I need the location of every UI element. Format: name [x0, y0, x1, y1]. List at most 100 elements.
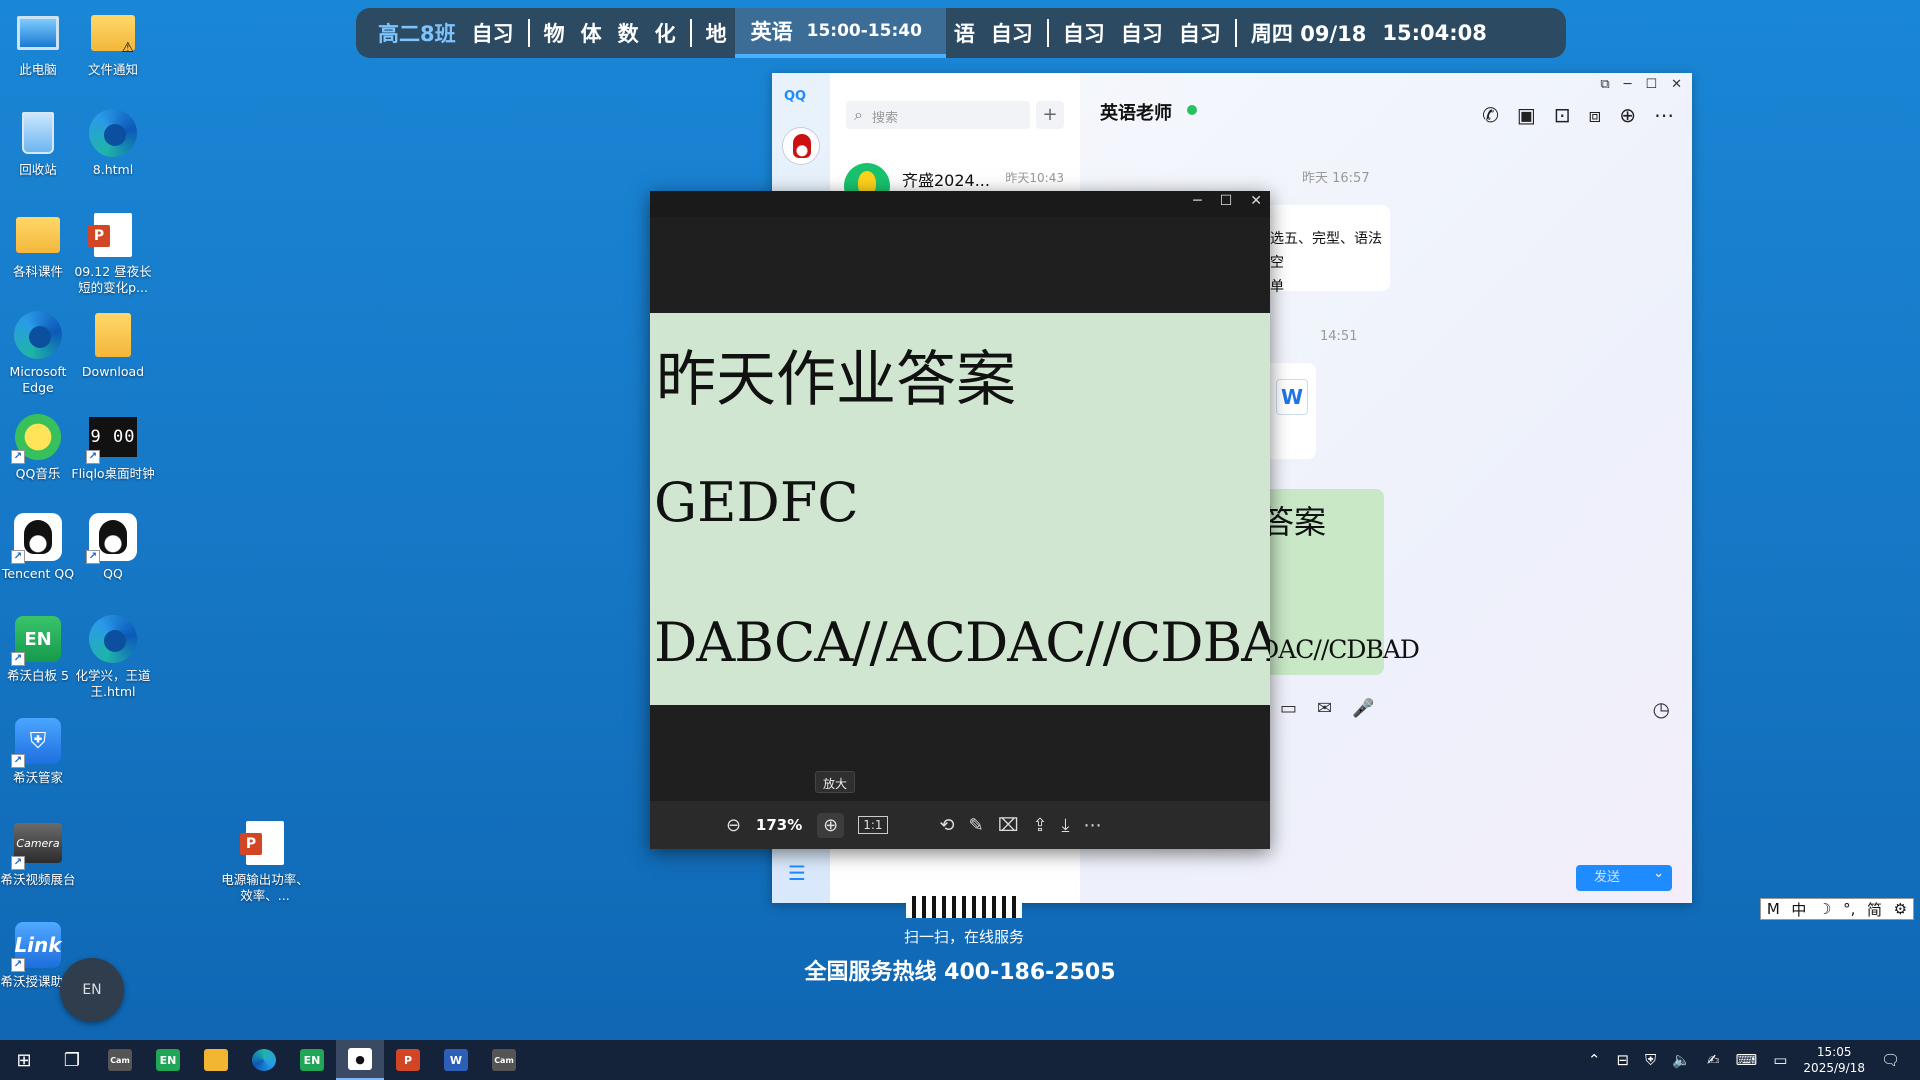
- screen-share-icon[interactable]: ⊡: [1554, 103, 1571, 127]
- taskbar-qq[interactable]: ●: [336, 1040, 384, 1080]
- display-icon[interactable]: ▭: [1773, 1051, 1787, 1069]
- microphone-icon[interactable]: 🎤: [1352, 698, 1374, 719]
- rotate-icon[interactable]: ⟲: [940, 815, 955, 836]
- easinote-icon: EN ↗: [11, 614, 63, 666]
- viewer-image[interactable]: 昨天作业答案 GEDFC DABCA//ACDAC//CDBAD: [650, 313, 1270, 705]
- schedule-item: 自习: [990, 22, 1033, 46]
- edge-icon: [88, 108, 138, 158]
- taskbar-easinote-2[interactable]: EN: [288, 1040, 336, 1080]
- chat-toolbar: ✆ ▣ ⊡ ⧈ ⊕ ⋯: [1482, 103, 1674, 127]
- image-viewer-window: ─ ☐ ✕ 昨天作业答案 GEDFC DABCA//ACDAC//CDBAD 放…: [650, 191, 1270, 849]
- moon-icon[interactable]: ☽: [1818, 900, 1831, 918]
- schedule-divider: [1046, 19, 1049, 47]
- ime-mode[interactable]: M: [1767, 900, 1780, 918]
- minimize-icon[interactable]: ─: [1624, 77, 1632, 92]
- timestamp: 14:51: [1320, 329, 1358, 344]
- online-status-dot: [1187, 105, 1197, 115]
- system-tray: ⌃ ⊟ ⛨ 🔈 ✍ ⌨ ▭ 15:05 2025/9/18 🗨: [1588, 1040, 1920, 1080]
- desktop-icon-seewo-guard[interactable]: ⛨ ↗ 希沃管家: [0, 716, 82, 786]
- powerpoint-icon: P: [396, 1049, 420, 1071]
- qr-code-strip: [906, 896, 1022, 918]
- pen-icon[interactable]: ✍: [1707, 1051, 1720, 1069]
- ime-status-bar[interactable]: M 中 ☽ °, 简 ⚙: [1760, 898, 1914, 920]
- close-icon[interactable]: ✕: [1671, 77, 1682, 92]
- gear-icon[interactable]: ⚙: [1894, 900, 1907, 918]
- chevron-up-icon[interactable]: ⌃: [1588, 1051, 1601, 1069]
- desktop-icon-ppt-daylength[interactable]: 09.12 昼夜长短的变化p...: [69, 210, 157, 296]
- active-subject: 英语: [750, 20, 793, 44]
- task-view-icon: ❐: [63, 1049, 81, 1071]
- floating-easinote-ball[interactable]: EN: [60, 958, 124, 1022]
- ppt-file-icon: [88, 210, 138, 260]
- desktop-icon-fliqlo[interactable]: 9 00 ↗ Fliqlo桌面时钟: [69, 412, 157, 482]
- schedule-item: 自习: [1178, 22, 1221, 46]
- menu-icon[interactable]: ☰: [788, 861, 806, 885]
- actual-size-button[interactable]: 1:1: [858, 816, 888, 834]
- share-icon[interactable]: ⇪: [1032, 815, 1047, 836]
- edit-icon[interactable]: ✎: [969, 815, 984, 836]
- punctuation-icon[interactable]: °,: [1843, 900, 1855, 918]
- desktop-icon-label: 化学兴，王道王.html: [75, 668, 151, 699]
- ime-simplified[interactable]: 简: [1867, 899, 1882, 920]
- clock-date: 2025/9/18: [1803, 1061, 1865, 1075]
- taskbar-powerpoint[interactable]: P: [384, 1040, 432, 1080]
- taskbar-edge[interactable]: [240, 1040, 288, 1080]
- ime-lang[interactable]: 中: [1791, 899, 1806, 920]
- current-time: 15:04:08: [1382, 21, 1487, 45]
- notification-icon[interactable]: 🗨: [1881, 1051, 1900, 1069]
- more-icon[interactable]: ⋯: [1654, 103, 1674, 127]
- folder-icon: [13, 210, 63, 260]
- red-packet-icon[interactable]: ✉: [1317, 698, 1332, 719]
- desktop-icon-ppt-power[interactable]: 电源输出功率、效率、...: [221, 818, 309, 904]
- video-call-icon[interactable]: ▣: [1517, 103, 1536, 127]
- desktop-icon-label: Download: [81, 364, 145, 379]
- service-hotline: 全国服务热线 400-186-2505: [804, 960, 1116, 985]
- desktop-icon-seewo-camera[interactable]: Camera ↗ 希沃视频展台: [0, 818, 82, 888]
- maximize-icon[interactable]: ☐: [1220, 193, 1233, 209]
- add-button[interactable]: +: [1036, 101, 1064, 129]
- window-controls: ⧉ ─ ☐ ✕: [1600, 77, 1682, 92]
- volume-icon[interactable]: 🔈: [1672, 1051, 1691, 1069]
- close-icon[interactable]: ✕: [1250, 193, 1262, 209]
- video-icon[interactable]: ▭: [1280, 698, 1297, 719]
- taskbar-easinote[interactable]: EN: [144, 1040, 192, 1080]
- desktop-icon-download[interactable]: Download: [69, 310, 157, 380]
- schedule-divider: [1234, 19, 1237, 47]
- start-button[interactable]: ⊞: [0, 1040, 48, 1080]
- history-icon[interactable]: ◷: [1653, 697, 1670, 721]
- avatar[interactable]: [782, 127, 820, 165]
- schedule-item: 自习: [471, 22, 514, 46]
- remote-assist-icon[interactable]: ⧈: [1589, 103, 1602, 127]
- security-shield-icon[interactable]: ⛨: [1645, 1051, 1656, 1069]
- desktop-icon-chem-html[interactable]: 化学兴，王道王.html: [69, 614, 157, 700]
- desktop-icon-qq[interactable]: ↗ QQ: [69, 512, 157, 582]
- extract-text-icon[interactable]: ⌧: [998, 815, 1019, 836]
- taskbar-explorer[interactable]: [192, 1040, 240, 1080]
- zoom-in-icon[interactable]: ⊕: [817, 812, 845, 838]
- pin-icon[interactable]: ⧉: [1600, 77, 1609, 92]
- window-controls: ─ ☐ ✕: [1193, 193, 1262, 209]
- edge-icon: [252, 1049, 276, 1071]
- task-view-button[interactable]: ❐: [48, 1040, 96, 1080]
- network-icon[interactable]: ⊟: [1616, 1051, 1629, 1069]
- zoom-out-icon[interactable]: ⊖: [726, 815, 741, 836]
- phone-icon[interactable]: ✆: [1482, 103, 1499, 127]
- desktop-icon-8-html[interactable]: 8.html: [69, 108, 157, 178]
- taskbar-camera-2[interactable]: Cam: [480, 1040, 528, 1080]
- taskbar-word[interactable]: W: [432, 1040, 480, 1080]
- send-button[interactable]: 发送: [1576, 861, 1672, 891]
- class-schedule-bar: 高二8班 自习 物 体 数 化 地 英语 15:00-15:40 语 自习 自习…: [356, 8, 1566, 58]
- keyboard-icon[interactable]: ⌨: [1736, 1051, 1758, 1069]
- more-icon[interactable]: ⋯: [1084, 815, 1102, 836]
- message-text: 清单: [1256, 279, 1284, 295]
- maximize-icon[interactable]: ☐: [1645, 77, 1657, 92]
- desktop-icon-file-notice[interactable]: ⚠ 文件通知: [69, 8, 157, 78]
- search-input[interactable]: 搜索: [846, 101, 1030, 129]
- desktop-icon-label: 09.12 昼夜长短的变化p...: [74, 264, 152, 295]
- schedule-item: 地: [705, 22, 727, 46]
- taskbar-clock[interactable]: 15:05 2025/9/18: [1803, 1044, 1865, 1076]
- taskbar-camera[interactable]: Cam: [96, 1040, 144, 1080]
- add-member-icon[interactable]: ⊕: [1619, 103, 1636, 127]
- download-icon[interactable]: ⤓: [1062, 815, 1070, 836]
- minimize-icon[interactable]: ─: [1193, 193, 1201, 209]
